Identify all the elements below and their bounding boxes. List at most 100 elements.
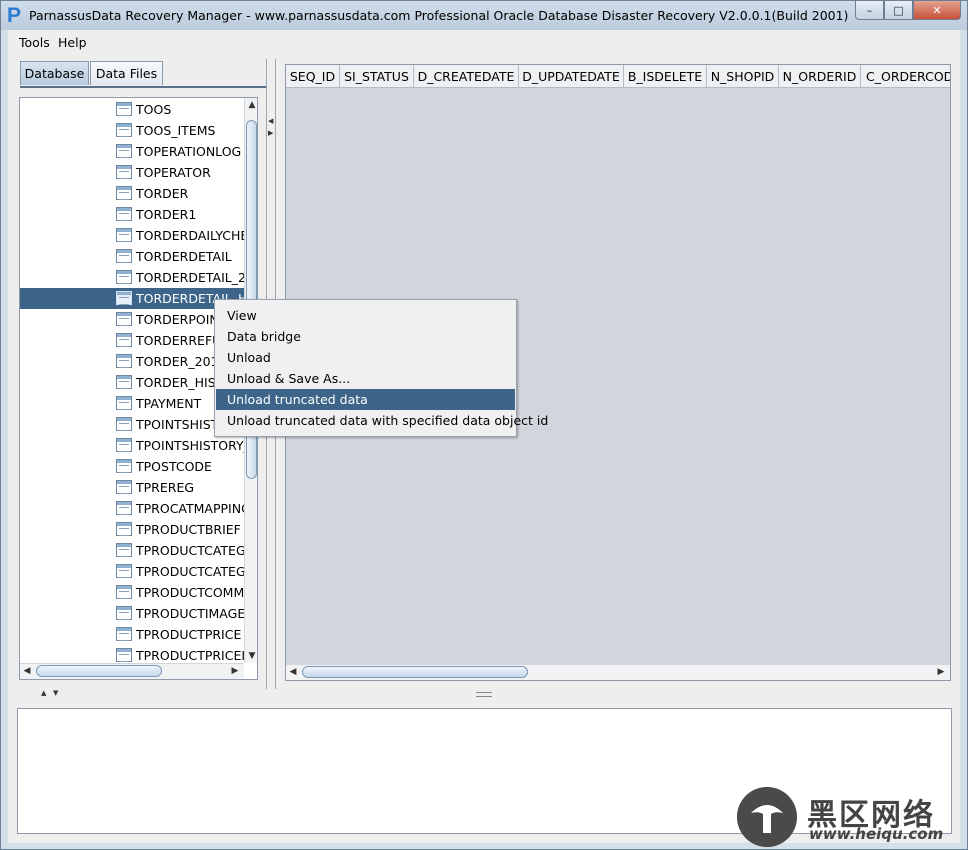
tree-item[interactable]: TPREREG [20,477,244,498]
tree-item-label: TPRODUCTBRIEF [136,522,241,537]
tree-item[interactable]: TORDER_HIS [20,372,244,393]
menu-help[interactable]: Help [58,35,87,50]
column-header[interactable]: SEQ_ID [286,65,340,87]
tree-item[interactable]: TPRODUCTCOMME [20,582,252,603]
tree-item-label: TORDER1 [136,207,197,222]
tree-item-label: TORDER_HIS [136,375,216,390]
table-icon [116,543,132,557]
app-icon: P [7,4,22,27]
table-icon [116,270,132,284]
scroll-down-icon[interactable]: ▼ [245,649,257,663]
column-header[interactable]: SI_STATUS [340,65,414,87]
tree-item[interactable]: TORDERDETAIL_2 [20,267,246,288]
tree-item[interactable]: TOPERATOR [20,162,244,183]
tree-item[interactable]: TORDER1 [20,204,244,225]
table-icon [116,606,132,620]
tree-item-label: TPOINTSHIST [136,417,219,432]
tree-horizontal-scrollbar[interactable]: ◀ ▶ [20,663,244,679]
tab-database[interactable]: Database [20,61,89,85]
column-header[interactable]: B_ISDELETE [624,65,707,87]
tree-hscroll-thumb[interactable] [36,665,162,677]
tree-item[interactable]: TORDERDETAIL [20,246,244,267]
column-header[interactable]: D_CREATEDATE [414,65,519,87]
column-header[interactable]: C_ORDERCOD [861,65,950,87]
window-title: ParnassusData Recovery Manager - www.par… [29,8,849,23]
tree-item[interactable]: TPRODUCTCATEG [20,540,246,561]
tree-item[interactable]: TPOSTCODE [20,456,244,477]
scroll-left-icon[interactable]: ◀ [20,664,34,678]
menu-item-view[interactable]: View [216,305,515,326]
scroll-left-icon[interactable]: ◀ [286,665,300,679]
tree-item[interactable]: TPOINTSHISTORY_ [20,435,250,456]
scroll-right-icon[interactable]: ▶ [228,664,242,678]
tree-item[interactable]: TOPERATIONLOG [20,141,244,162]
app-window: P ParnassusData Recovery Manager - www.p… [0,0,968,850]
menu-item-unload-truncated[interactable]: Unload truncated data [216,389,515,410]
table-icon [116,522,132,536]
maximize-icon[interactable]: □ [884,1,913,20]
tree-item[interactable]: TORDER_201 [20,351,244,372]
table-icon [116,501,132,515]
tree-item[interactable]: TPAYMENT [20,393,244,414]
title-bar[interactable]: P ParnassusData Recovery Manager - www.p… [1,1,967,30]
grid-horizontal-scrollbar[interactable]: ◀ ▶ [286,664,950,680]
column-header[interactable]: D_UPDATEDATE [519,65,624,87]
tree-item[interactable]: TORDERDAILYCHE [20,225,248,246]
tree-item[interactable]: TORDER [20,183,244,204]
menu-item-data-bridge[interactable]: Data bridge [216,326,515,347]
tree-item[interactable]: TOOS_ITEMS [20,120,244,141]
tree-item-label: TORDERPOIN [136,312,219,327]
tree-item[interactable]: TORDERDETAIL_H [20,288,247,309]
scroll-right-icon[interactable]: ▶ [934,665,948,679]
tree-item[interactable]: TPRODUCTBRIEF [20,519,244,540]
table-icon [116,291,132,305]
tree-item[interactable]: TPOINTSHIST [20,414,244,435]
collapse-left-icon[interactable]: ◀ [268,117,273,125]
tree-item-label: TORDER_201 [136,354,219,369]
tree-item-label: TPROCATMAPPING [136,501,251,516]
minimize-icon[interactable]: – [855,1,884,20]
tree-item-label: TPRODUCTIMAGES [136,606,254,621]
table-icon [116,123,132,137]
column-header[interactable]: N_ORDERID [779,65,861,87]
splitter-grip-icon[interactable] [476,692,492,697]
table-icon [116,627,132,641]
watermark: 黑区网络 www.heiqu.com [737,787,962,847]
tree-item-label: TPREREG [136,480,195,495]
menu-item-unload-truncated-object-id[interactable]: Unload truncated data with specified dat… [216,410,548,431]
tree-item-label: TOOS [136,102,172,117]
tree-item-label: TPOINTSHISTORY_ [136,438,250,453]
table-icon [116,648,132,662]
tree-item[interactable]: TORDERREFU [20,330,244,351]
tree-item[interactable]: TOOS [20,99,244,120]
tree-item[interactable]: TORDERPOIN [20,309,244,330]
collapse-up-icon[interactable]: ▲ [41,689,46,697]
tree-item[interactable]: TPRODUCTIMAGES [20,603,253,624]
expand-right-icon[interactable]: ▶ [268,129,273,137]
table-icon [116,102,132,116]
tree-item-label: TPRODUCTPRICE [136,627,242,642]
tab-underline [20,86,266,88]
menu-tools[interactable]: Tools [19,35,50,50]
expand-down-icon[interactable]: ▼ [53,689,58,697]
tree-item[interactable]: TPROCATMAPPING [20,498,251,519]
table-icon [116,396,132,410]
menu-item-unload[interactable]: Unload [216,347,515,368]
tree-item-label: TORDERREFU [136,333,222,348]
table-icon [116,333,132,347]
tree-item-label: TORDERDETAIL [136,249,232,264]
menu-item-unload-save-as[interactable]: Unload & Save As... [216,368,515,389]
tree-item-label: TPRODUCTCATEG [136,564,246,579]
horizontal-splitter[interactable]: ▲ ▼ [8,689,960,703]
grid-hscroll-thumb[interactable] [302,666,528,678]
tree-item-label: TORDERDAILYCHE [136,228,249,243]
table-icon [116,249,132,263]
table-icon [116,459,132,473]
tree-item[interactable]: TPRODUCTCATEG [20,561,246,582]
tree-item[interactable]: TPRODUCTPRICE [20,624,244,645]
scroll-up-icon[interactable]: ▲ [245,98,257,112]
close-icon[interactable]: ✕ [913,1,961,20]
tab-data-files[interactable]: Data Files [90,61,163,85]
table-icon [116,564,132,578]
column-header[interactable]: N_SHOPID [707,65,779,87]
